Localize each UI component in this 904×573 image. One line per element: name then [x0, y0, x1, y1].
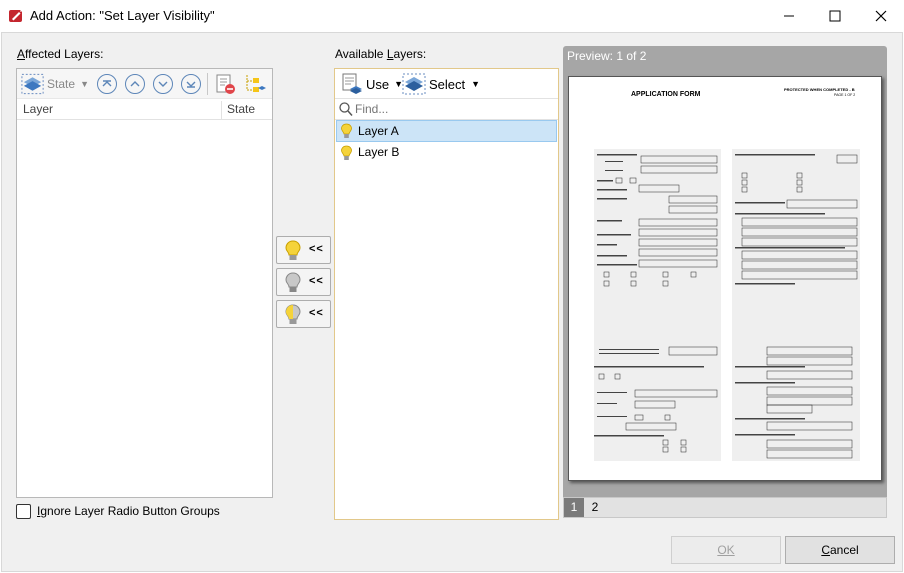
minimize-icon [784, 15, 794, 17]
move-bottom-button[interactable] [181, 74, 201, 94]
cancel-button[interactable]: Cancel [785, 536, 895, 564]
list-item[interactable]: Layer B [336, 142, 557, 164]
lightbulb-on-icon [341, 145, 352, 160]
find-box[interactable] [335, 98, 558, 120]
chevron-down-icon: ▼ [80, 78, 89, 89]
move-top-button[interactable] [97, 74, 117, 94]
window-title: Add Action: "Set Layer Visibility" [30, 8, 215, 23]
ignore-radio-groups-checkbox[interactable] [16, 504, 31, 519]
list-item[interactable]: Layer A [336, 120, 557, 142]
app-icon [9, 9, 23, 22]
add-show-arrow: << [309, 243, 324, 255]
layer-tree-icon [246, 75, 266, 92]
add-show-button[interactable]: << [276, 236, 331, 264]
ignore-radio-groups-label: Ignore Layer Radio Button Groups [37, 504, 220, 518]
layer-state-icon [21, 73, 44, 94]
find-input[interactable] [355, 101, 550, 117]
affected-layers-label: Affected Layers: [17, 47, 104, 61]
preview-panel: Preview: 1 of 2 APPLICATION FORM PROTECT… [563, 46, 887, 518]
form-thumbnail [594, 149, 860, 461]
layer-name: Layer A [358, 124, 399, 138]
affected-layers-panel: State ▼ Layer State [16, 68, 273, 498]
arrow-top-icon [102, 80, 112, 87]
close-icon [875, 10, 887, 22]
lightbulb-on-icon [341, 123, 352, 138]
add-hide-arrow: << [309, 275, 324, 287]
maximize-icon [829, 10, 841, 22]
use-dropdown[interactable]: Use ▼ [341, 71, 403, 97]
available-layers-panel: Use ▼ Select ▼ Layer A [334, 68, 559, 520]
use-layer-icon [342, 73, 362, 94]
add-hide-button[interactable]: << [276, 268, 331, 296]
state-dropdown[interactable]: State ▼ [20, 71, 89, 96]
column-header-state[interactable]: State [223, 99, 271, 121]
layer-name: Layer B [358, 145, 400, 159]
ok-button[interactable]: OK [671, 536, 781, 564]
select-label: Select [429, 76, 466, 92]
remove-layer-button[interactable] [213, 72, 237, 96]
move-down-button[interactable] [153, 74, 173, 94]
preview-page-tabs: 1 2 [563, 497, 887, 518]
column-divider [221, 101, 222, 119]
preview-label: Preview: 1 of 2 [567, 49, 647, 63]
dialog-body: Affected Layers: State ▼ Layer State Ign… [1, 32, 903, 572]
close-button[interactable] [858, 0, 904, 32]
lightbulb-on-icon [285, 240, 301, 260]
remove-layer-icon [216, 74, 235, 94]
chevron-down-icon: ▼ [471, 79, 481, 89]
cancel-label: Cancel [821, 543, 859, 557]
page-tab-2[interactable]: 2 [586, 498, 604, 517]
arrow-down-icon [158, 81, 168, 87]
toolbar-divider [207, 73, 208, 95]
arrow-bottom-icon [186, 81, 196, 88]
add-toggle-button[interactable]: << [276, 300, 331, 328]
lightbulb-toggle-icon [285, 304, 301, 324]
page-tab-1[interactable]: 1 [564, 498, 584, 517]
move-up-button[interactable] [125, 74, 145, 94]
available-layers-label: Available Layers: [335, 47, 427, 61]
affected-toolbar: State ▼ [17, 69, 272, 98]
column-header-layer[interactable]: Layer [19, 99, 221, 121]
add-toggle-arrow: << [309, 307, 324, 319]
affected-layers-header: Layer State [17, 98, 272, 120]
arrow-up-icon [130, 81, 140, 87]
select-layer-icon [402, 73, 426, 95]
maximize-button[interactable] [812, 0, 858, 32]
lightbulb-off-icon [285, 272, 301, 292]
ok-label: OK [717, 543, 735, 557]
tree-layers-button[interactable] [243, 72, 267, 96]
state-label: State [47, 76, 76, 91]
minimize-button[interactable] [766, 0, 812, 32]
search-icon [339, 102, 353, 116]
select-dropdown[interactable]: Select ▼ [401, 71, 480, 97]
use-label: Use [366, 76, 390, 92]
preview-page: APPLICATION FORM PROTECTED WHEN COMPLETE… [568, 76, 882, 481]
title-bar: Add Action: "Set Layer Visibility" [0, 0, 904, 32]
